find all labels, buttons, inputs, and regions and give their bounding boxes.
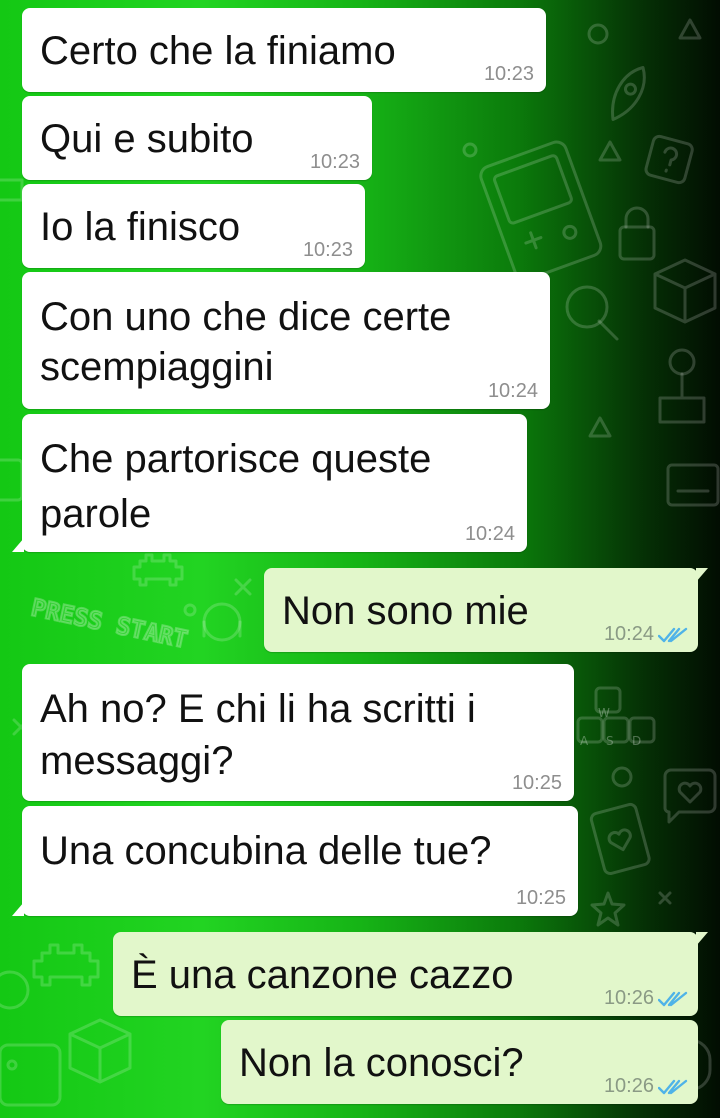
box-icon: [68, 1018, 132, 1084]
message-text: È una canzone cazzo: [131, 953, 514, 997]
chat-background: PRESS START W A S D Certo che la finiamo…: [0, 0, 720, 1118]
message-text-line-1: Che partorisce queste: [40, 437, 432, 481]
press-start-text: PRESS START: [29, 593, 190, 653]
key-w: W: [598, 706, 610, 720]
message-bubble-incoming[interactable]: Io la finisco 10:23: [22, 184, 365, 268]
message-text-line-2: scempiaggini: [40, 345, 274, 389]
message-bubble-incoming[interactable]: Ah no? E chi li ha scritti i messaggi? 1…: [22, 664, 574, 801]
message-bubble-outgoing[interactable]: Non sono mie 10:24: [264, 568, 708, 652]
message-bubble-incoming[interactable]: Con uno che dice certe scempiaggini 10:2…: [22, 272, 550, 409]
message-text: Certo che la finiamo: [40, 29, 396, 73]
rocket-icon: [611, 66, 646, 121]
bubble-tail: [12, 538, 24, 552]
message-bubble-incoming[interactable]: Che partorisce queste parole 10:24: [12, 414, 527, 552]
message-bubble-outgoing[interactable]: Non la conosci? 10:26: [221, 1020, 698, 1104]
message-text: Non la conosci?: [239, 1041, 524, 1085]
message-bubble-incoming[interactable]: Una concubina delle tue? 10:25: [12, 806, 578, 916]
message-bubble-outgoing[interactable]: È una canzone cazzo 10:26: [113, 932, 708, 1016]
message-time: 10:24: [487, 380, 538, 402]
read-receipt-icon: [658, 1079, 688, 1095]
message-time: 10:23: [483, 63, 534, 85]
message-time: 10:24: [603, 623, 654, 645]
lock-icon: [618, 206, 656, 261]
message-bubble-incoming[interactable]: Certo che la finiamo 10:23: [22, 8, 546, 92]
message-text: Io la finisco: [40, 205, 241, 249]
bubble-tail: [12, 902, 24, 916]
read-receipt-icon: [658, 627, 688, 643]
question-box-icon: [644, 134, 694, 185]
space-invader-icon: [32, 943, 100, 987]
retro-console-icon: [666, 463, 720, 507]
message-text-line-2: messaggi?: [40, 739, 234, 783]
paddle-icon: [565, 285, 619, 341]
message-text-line-1: Ah no? E chi li ha scritti i: [40, 687, 476, 731]
switch-console-icon: [0, 1043, 62, 1107]
joystick-icon: [658, 348, 706, 424]
headset-icon: [202, 602, 242, 642]
message-time: 10:24: [464, 523, 515, 545]
message-time: 10:23: [309, 151, 360, 173]
message-time: 10:26: [603, 987, 654, 1009]
message-text-line-1: Con uno che dice certe: [40, 295, 452, 339]
key-s: S: [606, 734, 614, 748]
wasd-keys-icon: [576, 686, 656, 744]
message-time: 10:26: [603, 1075, 654, 1097]
message-bubble-incoming[interactable]: Qui e subito 10:23: [22, 96, 372, 180]
bubble-tail: [696, 568, 708, 582]
cube-icon: [653, 258, 717, 324]
heart-bubble-icon: [663, 768, 717, 824]
card-icon: [589, 802, 651, 876]
handheld-console-icon: [479, 140, 603, 282]
bubble-tail: [696, 932, 708, 946]
invader-small-icon: [132, 553, 184, 587]
message-text: Una concubina delle tue?: [40, 829, 492, 873]
message-time: 10:23: [302, 239, 353, 261]
star-icon: [590, 891, 626, 927]
message-text: Qui e subito: [40, 117, 254, 161]
wasd-letters: W A S D: [580, 706, 641, 748]
message-text: Non sono mie: [282, 589, 529, 633]
message-time: 10:25: [511, 772, 562, 794]
message-time: 10:25: [515, 887, 566, 909]
press-start-doodle: PRESS START: [28, 592, 191, 654]
message-text-line-2: parole: [40, 492, 152, 536]
read-receipt-icon: [658, 991, 688, 1007]
key-d: D: [632, 734, 641, 748]
key-a: A: [580, 734, 589, 748]
